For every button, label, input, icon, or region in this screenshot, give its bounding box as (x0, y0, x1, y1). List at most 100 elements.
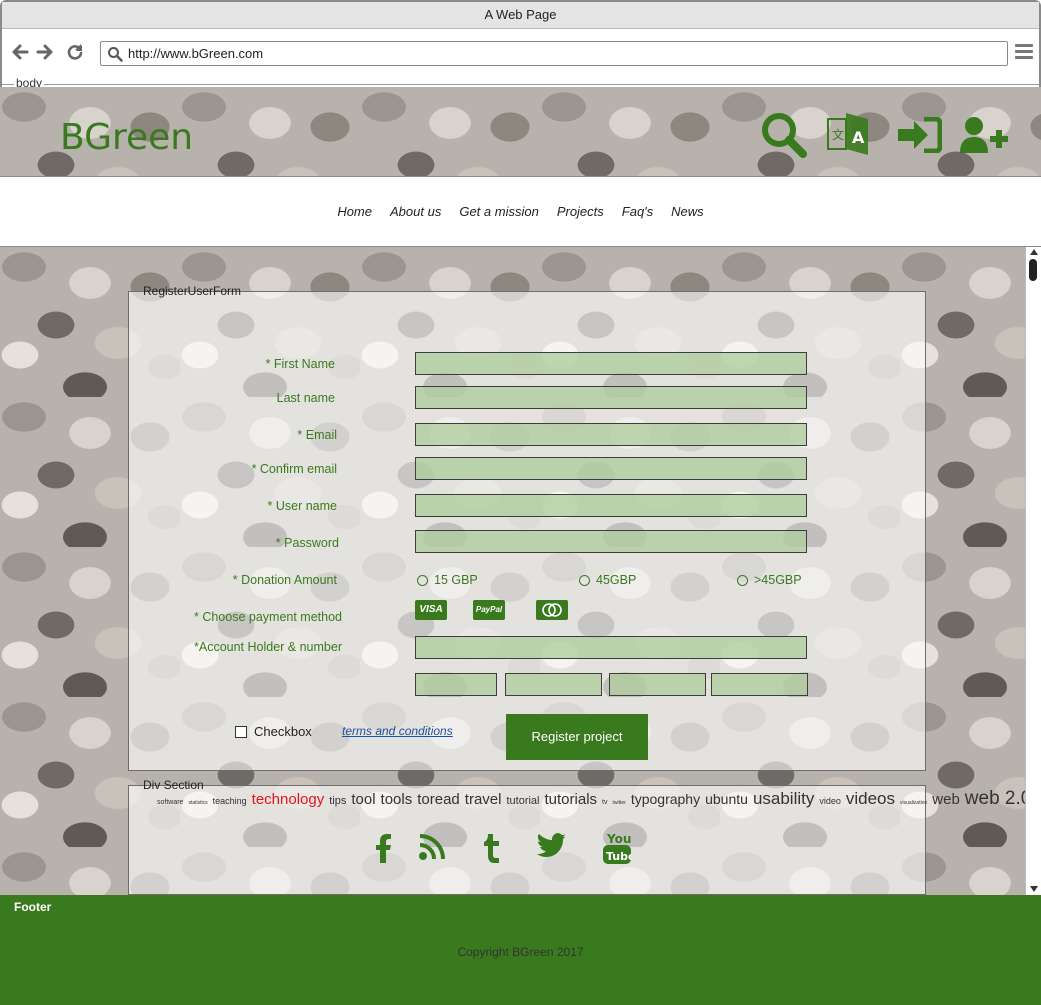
tag-link[interactable]: ubuntu (705, 791, 748, 807)
password-label: * Password (275, 536, 339, 550)
forward-icon[interactable] (36, 43, 54, 61)
email-input[interactable] (415, 423, 807, 446)
nav-item-news[interactable]: News (671, 204, 704, 219)
radio-icon (579, 574, 590, 586)
youtube-label-bottom: Tube (606, 850, 631, 863)
back-icon[interactable] (11, 43, 29, 61)
site-logo[interactable]: BGreen (60, 117, 193, 158)
tag-link[interactable]: typography (631, 791, 700, 807)
browser-toolbar: http://www.bGreen.com (2, 29, 1039, 77)
tag-link[interactable]: twitter (612, 800, 625, 806)
account-number-part-3[interactable] (609, 673, 706, 696)
register-user-form: RegisterUserForm * First Name Last name … (128, 284, 926, 771)
main-content: RegisterUserForm * First Name Last name … (0, 247, 1041, 895)
form-legend: RegisterUserForm (143, 284, 242, 298)
account-holder-label: *Account Holder & number (194, 640, 342, 654)
site-footer: Footer Copyright BGreen 2017 (0, 895, 1041, 1005)
youtube-label-top: You (606, 832, 631, 846)
radio-icon (417, 574, 428, 586)
div-section: Div Section software statistics teaching te… (128, 778, 1041, 895)
tag-link[interactable]: teaching (213, 796, 247, 806)
scroll-thumb[interactable] (1029, 259, 1037, 281)
tag-link[interactable]: tool (351, 791, 375, 808)
tag-link[interactable]: tv (602, 799, 607, 806)
tag-link[interactable]: usability (753, 789, 814, 808)
mastercard-icon[interactable] (536, 600, 568, 620)
nav-item-get-a-mission[interactable]: Get a mission (459, 204, 538, 219)
confirm-email-input[interactable] (415, 457, 807, 480)
donation-option-label: >45GBP (754, 573, 802, 587)
visa-icon[interactable]: VISA (415, 600, 447, 620)
user-name-label: * User name (267, 499, 337, 513)
account-holder-input[interactable] (415, 636, 807, 659)
svg-text:文: 文 (832, 127, 844, 142)
paypal-icon[interactable]: PayPal (473, 600, 505, 620)
first-name-input[interactable] (415, 352, 807, 375)
twitter-icon[interactable] (537, 833, 567, 859)
donation-amount-label: * Donation Amount (232, 573, 337, 587)
browser-window: A Web Page http://www.bGreen.com (0, 0, 1041, 87)
nav-item-home[interactable]: Home (337, 204, 372, 219)
tag-link[interactable]: web (932, 791, 960, 808)
facebook-icon[interactable] (373, 833, 393, 863)
terms-checkbox[interactable]: Checkbox (235, 724, 312, 739)
tag-link[interactable]: web 2.0 (965, 788, 1032, 809)
tag-link[interactable]: technology (252, 791, 325, 808)
add-user-icon[interactable] (960, 117, 1010, 158)
tag-cloud: software statistics teaching technology tips… (157, 788, 1041, 814)
tag-link[interactable]: tutorial (506, 795, 539, 807)
donation-option-over-45[interactable]: >45GBP (737, 573, 802, 587)
payment-method-label: * Choose payment method (193, 610, 342, 624)
donation-option-label: 15 GBP (434, 573, 478, 587)
donation-option-label: 45GBP (596, 573, 637, 587)
password-input[interactable] (415, 530, 807, 553)
account-number-part-2[interactable] (505, 673, 602, 696)
search-icon[interactable] (760, 111, 808, 164)
sign-in-icon[interactable] (898, 116, 943, 158)
account-number-part-4[interactable] (711, 673, 808, 696)
radio-icon (737, 574, 748, 586)
tag-link[interactable]: software (157, 799, 183, 806)
search-icon (108, 47, 123, 62)
body-region-border (2, 84, 1039, 85)
url-text: http://www.bGreen.com (128, 46, 264, 61)
tag-link[interactable]: toread (417, 791, 460, 808)
confirm-email-label: * Confirm email (251, 462, 337, 476)
scroll-down-icon[interactable] (1030, 886, 1038, 892)
tag-link[interactable]: videos (846, 789, 895, 808)
nav-item-faqs[interactable]: Faq's (622, 204, 653, 219)
tag-link[interactable]: tips (329, 795, 346, 807)
last-name-input[interactable] (415, 386, 807, 409)
nav-item-projects[interactable]: Projects (557, 204, 604, 219)
checkbox-label: Checkbox (254, 724, 312, 739)
tag-link[interactable]: tools (381, 791, 413, 808)
reload-icon[interactable] (66, 43, 84, 61)
tag-link[interactable]: statistics (188, 800, 207, 806)
last-name-label: Last name (276, 391, 335, 405)
footer-label: Footer (14, 900, 52, 914)
donation-option-45[interactable]: 45GBP (579, 573, 636, 587)
donation-option-15[interactable]: 15 GBP (417, 573, 478, 587)
web-page: BGreen A文 Home About us Get a mission Pr… (0, 87, 1041, 1005)
tumblr-icon[interactable] (480, 833, 502, 863)
nav-item-about-us[interactable]: About us (390, 204, 441, 219)
rss-icon[interactable] (418, 833, 446, 861)
translate-icon[interactable]: A文 (826, 111, 870, 162)
tag-link[interactable]: tutorials (545, 791, 598, 808)
tag-link[interactable]: travel (465, 791, 502, 808)
user-name-input[interactable] (415, 494, 807, 517)
vertical-scrollbar[interactable] (1025, 247, 1041, 895)
svg-text:A: A (852, 128, 865, 147)
terms-link[interactable]: terms and conditions (342, 724, 453, 738)
tag-link[interactable]: visualization (900, 800, 927, 806)
account-number-part-1[interactable] (415, 673, 497, 696)
youtube-icon[interactable]: You Tube (603, 831, 631, 865)
email-label: * Email (297, 428, 337, 442)
main-navigation: Home About us Get a mission Projects Faq… (0, 176, 1041, 247)
tag-link[interactable]: video (819, 796, 841, 806)
site-header: BGreen A文 (0, 87, 1041, 176)
scroll-up-icon[interactable] (1030, 249, 1038, 255)
register-project-button[interactable]: Register project (506, 714, 648, 760)
address-bar[interactable]: http://www.bGreen.com (100, 41, 1008, 66)
hamburger-menu-icon[interactable] (1015, 44, 1033, 62)
